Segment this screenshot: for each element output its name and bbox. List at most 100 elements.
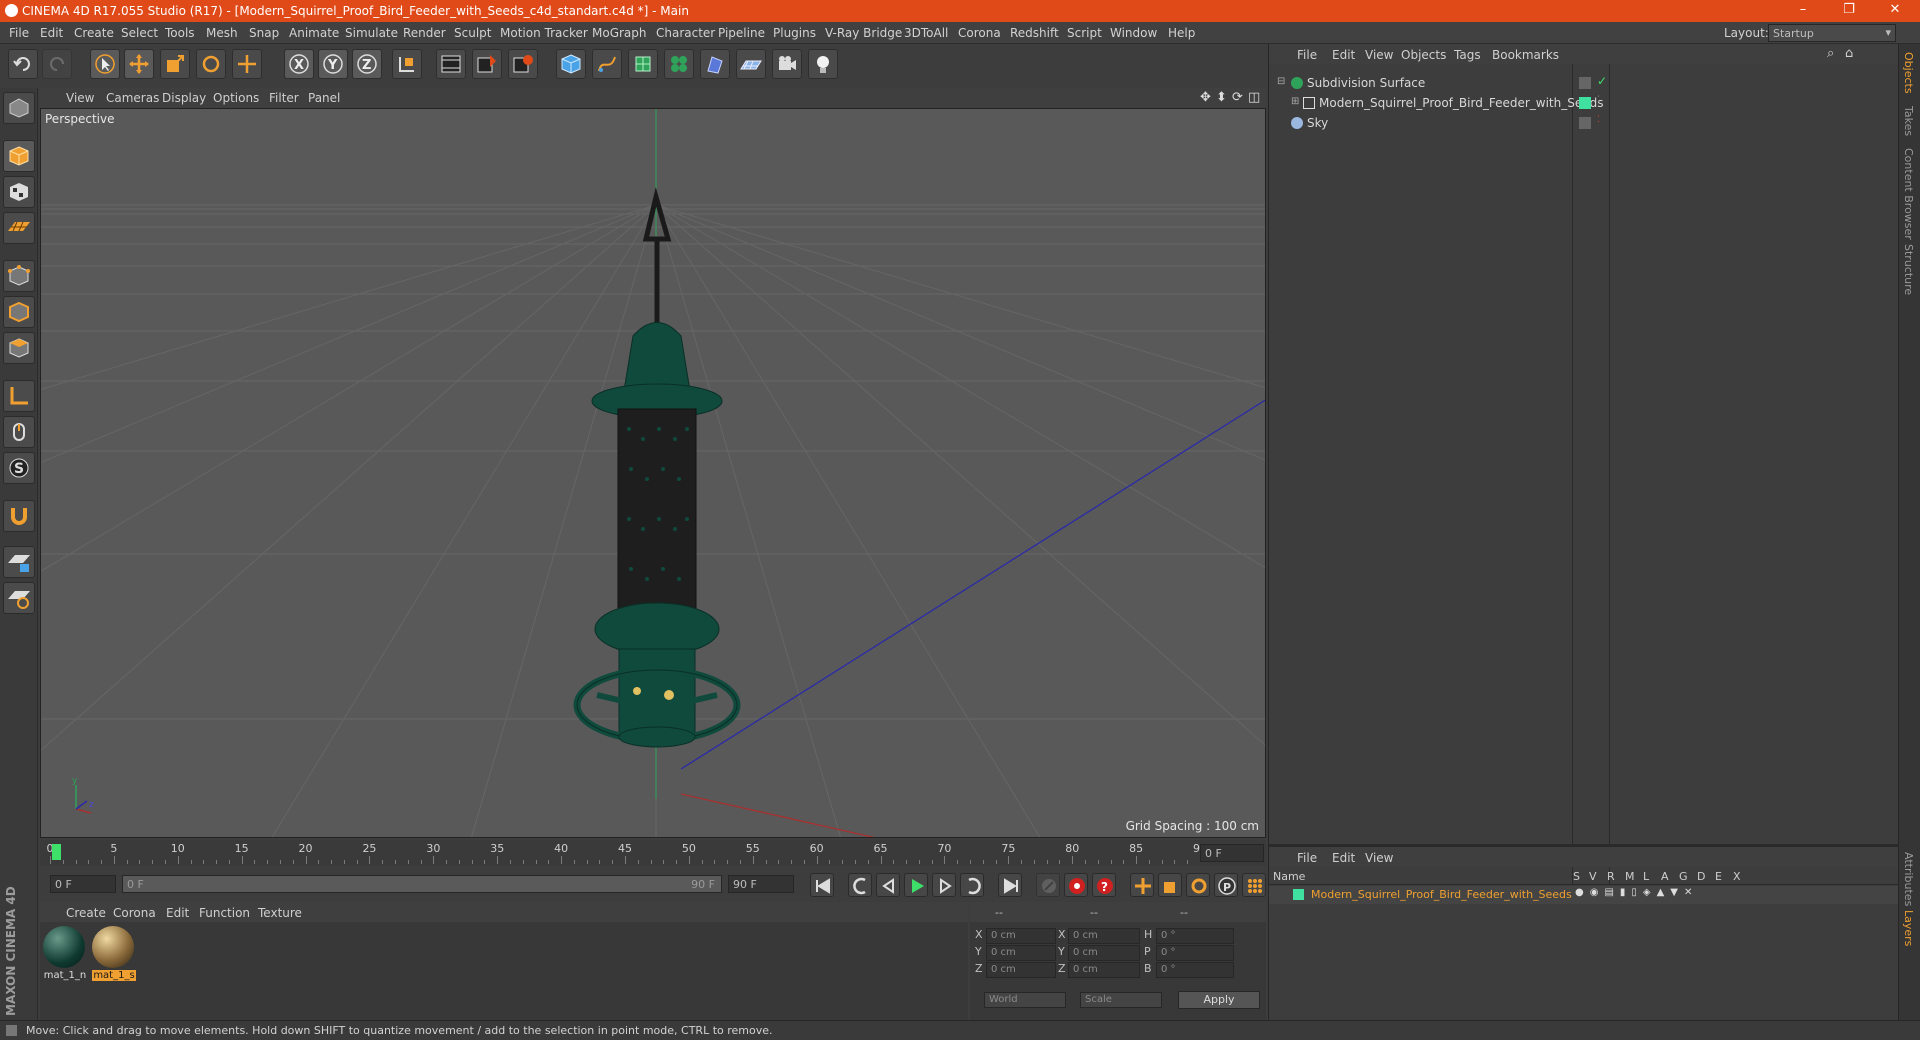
layer-column-e[interactable]: E [1715,870,1722,883]
frame-ruler[interactable]: 051015202530354045505560657075808590 [47,842,1207,864]
menu-sculpt[interactable]: Sculpt [454,26,491,40]
collapse-icon[interactable]: ⊟ [1277,76,1285,87]
restore-button[interactable]: ❐ [1826,2,1872,20]
timeline-ruler[interactable]: 051015202530354045505560657075808590 0 F [40,840,1266,866]
cube-object-button[interactable] [556,49,586,79]
menu-motion-tracker[interactable]: Motion Tracker [500,26,588,40]
minimize-button[interactable]: – [1780,2,1826,20]
point-level-animation-button[interactable] [1242,873,1266,897]
x-axis-lock-button[interactable]: X [284,49,314,79]
layer-column-x[interactable]: X [1733,870,1741,883]
points-mode-button[interactable] [3,260,35,292]
render-settings-button[interactable] [508,49,538,79]
viewport-move-icon[interactable]: ✥ [1200,90,1211,105]
previous-frame-button[interactable] [876,873,900,897]
undo-button[interactable] [8,49,38,79]
viewport-menu-panel[interactable]: Panel [308,91,340,105]
object-menu-objects[interactable]: Objects [1401,48,1446,62]
size-field[interactable]: 0 cm [1068,945,1140,961]
menu-mograph[interactable]: MoGraph [592,26,647,40]
scale-key-button[interactable] [1158,873,1182,897]
layer-menu-file[interactable]: File [1297,851,1317,865]
object-row-sky[interactable]: Sky ⁚ [1273,114,1893,134]
menu-script[interactable]: Script [1067,26,1102,40]
menu-tools[interactable]: Tools [165,26,195,40]
rotate-tool-button[interactable] [196,49,226,79]
size-field[interactable]: 0 cm [1068,962,1140,978]
camera-button[interactable] [772,49,802,79]
tab-layers[interactable]: Layers [1902,910,1915,946]
menu-file[interactable]: File [9,26,29,40]
size-field[interactable]: 0 cm [1068,928,1140,944]
coordinate-system-button[interactable] [392,49,422,79]
tab-structure[interactable]: Structure [1902,244,1915,295]
menu-mesh[interactable]: Mesh [206,26,238,40]
layer-column-g[interactable]: G [1679,870,1688,883]
material-swatch-2[interactable]: mat_1_s [92,926,136,981]
layer-column-m[interactable]: M [1625,870,1635,883]
light-button[interactable] [808,49,838,79]
menu-create[interactable]: Create [74,26,114,40]
layer-menu-edit[interactable]: Edit [1332,851,1355,865]
viewport-menu-filter[interactable]: Filter [269,91,299,105]
visibility-dots-icon[interactable]: ⁚ [1597,95,1600,105]
layer-column-a[interactable]: A [1661,870,1669,883]
layer-color-swatch[interactable] [1293,889,1304,900]
cloner-button[interactable] [664,49,694,79]
locked-workplane-button[interactable] [3,546,35,578]
workplane-mode-button[interactable] [3,212,35,244]
viewport-maximize-icon[interactable]: ◫ [1248,90,1260,105]
viewport-menu-options[interactable]: Options [213,91,259,105]
menu-edit[interactable]: Edit [40,26,63,40]
viewport-menu-cameras[interactable]: Cameras [106,91,159,105]
close-button[interactable]: ✕ [1872,2,1918,20]
search-icon[interactable]: ⌕ [1827,46,1834,61]
menu-pipeline[interactable]: Pipeline [718,26,765,40]
next-frame-button[interactable] [932,873,956,897]
previous-key-button[interactable] [848,873,872,897]
subdivision-surface-button[interactable] [628,49,658,79]
layer-column-l[interactable]: L [1643,870,1649,883]
layer-tag-icon[interactable] [1579,77,1591,89]
play-button[interactable] [904,873,928,897]
redo-button[interactable] [42,49,72,79]
make-editable-button[interactable] [3,92,35,124]
layer-column-s[interactable]: S [1573,870,1580,883]
size-mode-dropdown[interactable]: Scale [1080,992,1162,1008]
render-to-picture-viewer-button[interactable] [472,49,502,79]
layer-column-r[interactable]: R [1607,870,1615,883]
scale-tool-button[interactable] [160,49,190,79]
apply-button[interactable]: Apply [1178,991,1260,1009]
parameter-key-button[interactable]: P [1214,873,1238,897]
layer-menu-view[interactable]: View [1365,851,1393,865]
object-menu-tags[interactable]: Tags [1454,48,1481,62]
tab-takes[interactable]: Takes [1902,106,1915,136]
keyframe-selection-button[interactable]: ? [1092,873,1116,897]
menu-help[interactable]: Help [1168,26,1195,40]
deformer-button[interactable] [700,49,730,79]
menu-corona[interactable]: Corona [958,26,1001,40]
playhead-marker[interactable] [52,844,61,860]
object-menu-edit[interactable]: Edit [1332,48,1355,62]
material-menu-edit[interactable]: Edit [166,906,189,920]
tweak-mode-button[interactable] [3,416,35,448]
axis-mode-button[interactable] [3,380,35,412]
texture-mode-button[interactable] [3,176,35,208]
next-key-button[interactable] [960,873,984,897]
home-icon[interactable]: ⌂ [1845,46,1853,61]
magnet-tool-button[interactable] [3,500,35,532]
position-field[interactable]: 0 cm [986,945,1056,961]
tab-attributes[interactable]: Attributes [1902,852,1915,906]
rotation-field[interactable]: 0 ° [1156,962,1234,978]
layer-row[interactable]: Modern_Squirrel_Proof_Bird_Feeder_with_S… [1269,886,1899,904]
pen-spline-button[interactable] [592,49,622,79]
go-to-start-button[interactable] [810,873,834,897]
rotation-field[interactable]: 0 ° [1156,945,1234,961]
render-view-button[interactable] [436,49,466,79]
material-menu-texture[interactable]: Texture [258,906,302,920]
viewport-zoom-icon[interactable]: ⬍ [1216,90,1227,105]
menu-select[interactable]: Select [121,26,158,40]
rotation-key-button[interactable] [1186,873,1210,897]
move-tool-button[interactable] [124,49,154,79]
go-to-end-button[interactable] [998,873,1022,897]
